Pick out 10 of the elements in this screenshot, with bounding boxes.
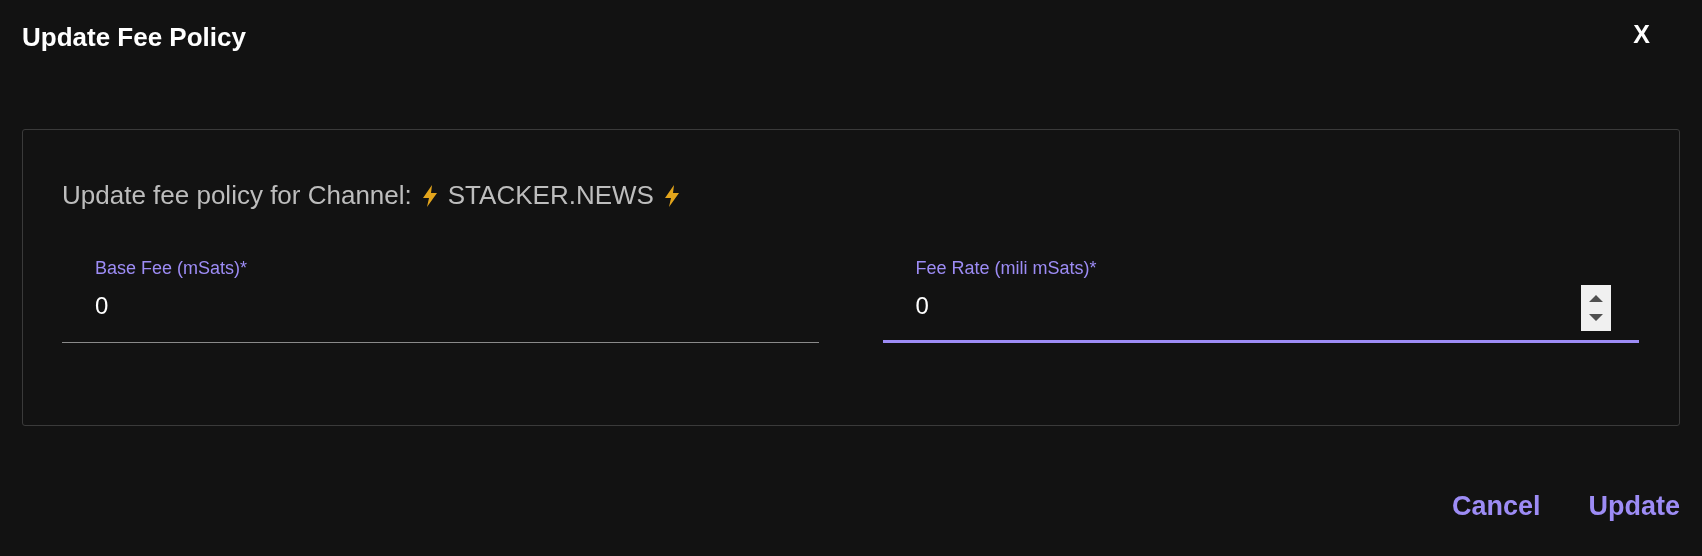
message-text: Update fee policy for Channel: (62, 179, 412, 213)
close-button[interactable]: X (1633, 22, 1680, 47)
field-label: Base Fee (mSats)* (95, 257, 249, 281)
dialog-title: Update Fee Policy (22, 22, 246, 54)
action-button[interactable]: Cancel (1451, 482, 1541, 531)
channel-name: STACKER.NEWS (447, 179, 654, 213)
spinner-icon[interactable] (1581, 285, 1611, 332)
input-field[interactable]: 0 (62, 288, 819, 344)
action-button[interactable]: Update (1588, 482, 1680, 531)
field-label: Fee Rate (mili mSats)* (915, 257, 1098, 281)
